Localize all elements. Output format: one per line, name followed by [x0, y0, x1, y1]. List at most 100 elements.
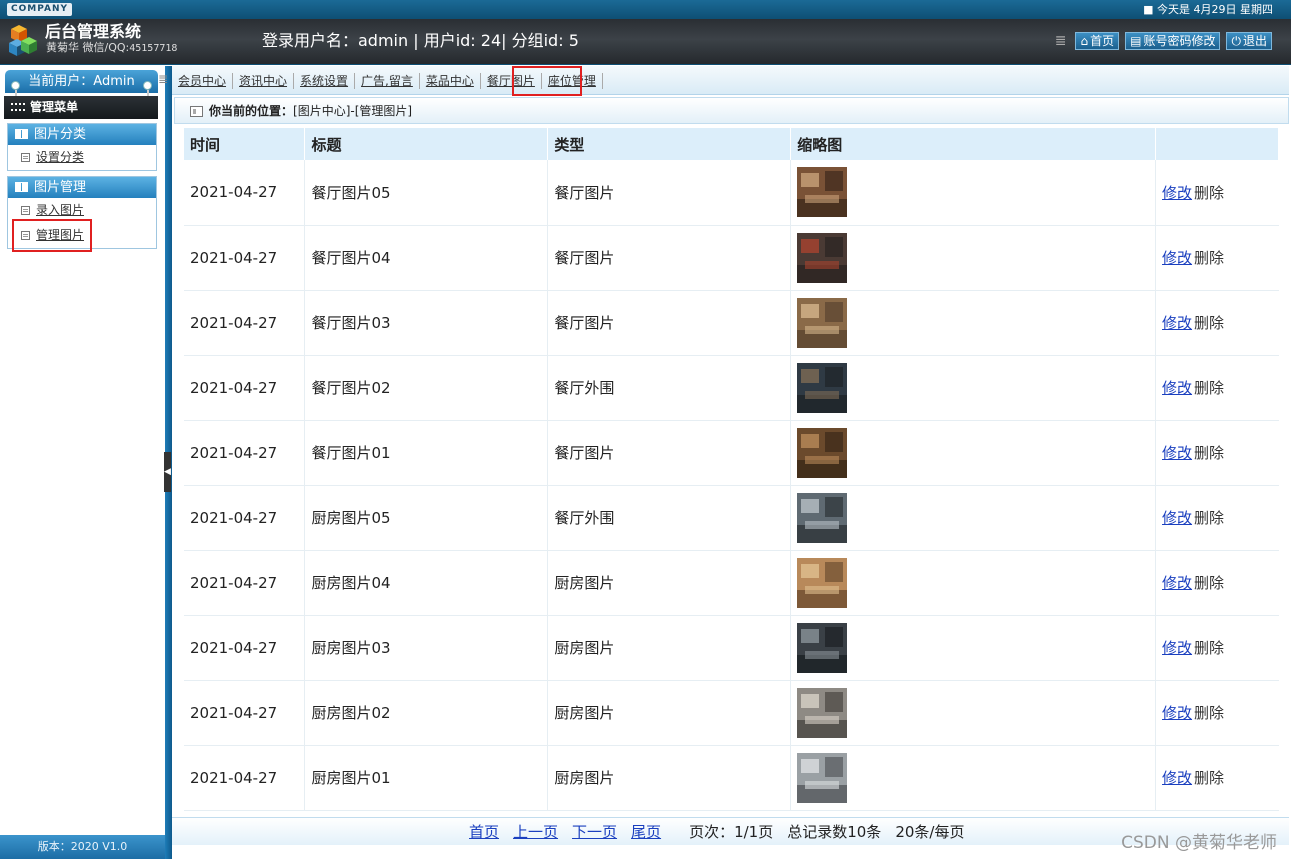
cell-type: 餐厅图片 — [547, 160, 792, 225]
prev-page-link[interactable]: 上一页 — [513, 818, 558, 846]
menu-group-header[interactable]: 图片管理 — [8, 177, 156, 198]
highlight-box — [512, 66, 582, 96]
column-header-time: 时间 — [184, 128, 306, 160]
table-row: 2021-04-27 餐厅图片01 餐厅图片 修改 删除 — [184, 420, 1279, 485]
edit-link[interactable]: 修改 — [1162, 249, 1192, 267]
logout-button[interactable]: ⏻ 退出 — [1226, 32, 1272, 50]
delete-button[interactable]: 删除 — [1194, 704, 1224, 722]
pin-right-icon — [143, 81, 152, 100]
column-header-actions — [1155, 128, 1279, 160]
edit-link[interactable]: 修改 — [1162, 639, 1192, 657]
document-icon — [21, 206, 30, 215]
sidebar-item-label[interactable]: 设置分类 — [36, 150, 84, 164]
home-button[interactable]: ⌂ 首页 — [1075, 32, 1120, 50]
pagination-controls: 首页 上一页 下一页 尾页 页次：1/1页 总记录数10条 20条/每页 — [469, 818, 964, 846]
edit-link[interactable]: 修改 — [1162, 379, 1192, 397]
delete-button[interactable]: 删除 — [1194, 184, 1224, 202]
tab-system-settings[interactable]: 系统设置 — [294, 73, 356, 89]
last-page-link[interactable]: 尾页 — [631, 818, 661, 846]
cell-title: 厨房图片04 — [304, 550, 549, 615]
edit-link[interactable]: 修改 — [1162, 444, 1192, 462]
table-row: 2021-04-27 厨房图片04 厨房图片 修改 删除 — [184, 550, 1279, 615]
cell-title: 餐厅图片03 — [304, 290, 549, 355]
cell-time: 2021-04-27 — [184, 355, 306, 420]
edit-link[interactable]: 修改 — [1162, 769, 1192, 787]
current-user-label: 当前用户：Admin — [28, 74, 135, 89]
delete-button[interactable]: 删除 — [1194, 574, 1224, 592]
cube-logo-icon — [9, 25, 37, 56]
menu-group-title: 图片管理 — [34, 180, 87, 195]
cell-title: 餐厅图片04 — [304, 225, 549, 290]
document-icon: ▤ — [1130, 34, 1142, 48]
tab-dish-center[interactable]: 菜品中心 — [420, 73, 481, 89]
logout-label: 退出 — [1242, 34, 1267, 48]
first-page-link[interactable]: 首页 — [469, 818, 499, 846]
sidebar-item-set-category[interactable]: 设置分类 — [8, 145, 156, 170]
table-row: 2021-04-27 厨房图片02 厨房图片 修改 删除 — [184, 680, 1279, 745]
tab-ads-messages[interactable]: 广告,留言 — [355, 73, 420, 89]
cell-title: 厨房图片05 — [304, 485, 549, 550]
edit-link[interactable]: 修改 — [1162, 184, 1192, 202]
per-page-info: 20条/每页 — [895, 823, 965, 841]
thumbnail-image — [797, 687, 848, 738]
delete-button[interactable]: 删除 — [1194, 314, 1224, 332]
delete-button[interactable]: 删除 — [1194, 379, 1224, 397]
cell-time: 2021-04-27 — [184, 225, 306, 290]
thumbnail-image — [797, 557, 848, 608]
edit-link[interactable]: 修改 — [1162, 314, 1192, 332]
cell-actions: 修改 删除 — [1156, 680, 1279, 745]
cell-title: 餐厅图片05 — [304, 160, 549, 225]
thumbnail-image — [797, 622, 848, 673]
edit-link[interactable]: 修改 — [1162, 704, 1192, 722]
cell-type: 餐厅图片 — [547, 420, 792, 485]
account-password-label: 账号密码修改 — [1143, 34, 1216, 48]
cell-thumbnail — [790, 420, 1157, 485]
sidebar: 当前用户：Admin 管理菜单 图片分类 设置分类 图片管理 录入图片 管理图片… — [0, 66, 165, 859]
cell-time: 2021-04-27 — [184, 290, 306, 355]
delete-button[interactable]: 删除 — [1194, 769, 1224, 787]
cell-title: 厨房图片01 — [304, 745, 549, 810]
sidebar-item-label[interactable]: 录入图片 — [36, 203, 84, 217]
column-header-type: 类型 — [547, 128, 792, 160]
menu-group-header[interactable]: 图片分类 — [8, 124, 156, 145]
cell-thumbnail — [790, 290, 1157, 355]
delete-button[interactable]: 删除 — [1194, 249, 1224, 267]
thumbnail-image — [797, 167, 848, 218]
watermark: CSDN @黄菊华老师 — [1121, 833, 1277, 853]
cell-thumbnail — [790, 225, 1157, 290]
breadcrumb-label: 你当前的位置： — [209, 104, 294, 118]
delete-button[interactable]: 删除 — [1194, 639, 1224, 657]
cell-actions: 修改 删除 — [1156, 550, 1279, 615]
cell-title: 厨房图片02 — [304, 680, 549, 745]
tab-member-center[interactable]: 会员中心 — [178, 73, 234, 89]
delete-button[interactable]: 删除 — [1194, 509, 1224, 527]
next-page-link[interactable]: 下一页 — [572, 818, 617, 846]
table-row: 2021-04-27 厨房图片03 厨房图片 修改 删除 — [184, 615, 1279, 680]
edit-link[interactable]: 修改 — [1162, 509, 1192, 527]
cell-thumbnail — [790, 550, 1157, 615]
cell-time: 2021-04-27 — [184, 745, 306, 810]
table-row: 2021-04-27 餐厅图片05 餐厅图片 修改 删除 — [184, 160, 1279, 225]
table-row: 2021-04-27 餐厅图片03 餐厅图片 修改 删除 — [184, 290, 1279, 355]
pin-left-icon — [11, 81, 20, 100]
collapse-sidebar-handle[interactable]: ◀ — [164, 452, 171, 492]
cell-type: 厨房图片 — [547, 745, 792, 810]
edit-link[interactable]: 修改 — [1162, 574, 1192, 592]
home-icon: ⌂ — [1080, 34, 1089, 48]
cell-type: 餐厅外围 — [547, 485, 792, 550]
cell-type: 厨房图片 — [547, 550, 792, 615]
image-table-wrap: 时间 标题 类型 缩略图 2021-04-27 餐厅图片05 餐厅图片 修改 删除 202… — [184, 128, 1280, 811]
cell-thumbnail — [790, 745, 1157, 810]
delete-button[interactable]: 删除 — [1194, 444, 1224, 462]
tab-news-center[interactable]: 资讯中心 — [233, 73, 295, 89]
main-content: 你当前的位置：[图片中心]-[管理图片] 时间 标题 类型 缩略图 2021-0… — [172, 95, 1289, 857]
system-subtitle: 黄菊华 微信/QQ:45157718 — [46, 41, 177, 56]
cell-type: 厨房图片 — [547, 615, 792, 680]
highlight-box — [12, 219, 92, 252]
thumbnail-image — [797, 752, 848, 803]
menu-lines-icon: ≣ — [1054, 33, 1067, 49]
cell-thumbnail — [790, 355, 1157, 420]
cell-actions: 修改 删除 — [1156, 225, 1279, 290]
account-password-button[interactable]: ▤ 账号密码修改 — [1125, 32, 1221, 50]
thumbnail-image — [797, 492, 848, 543]
